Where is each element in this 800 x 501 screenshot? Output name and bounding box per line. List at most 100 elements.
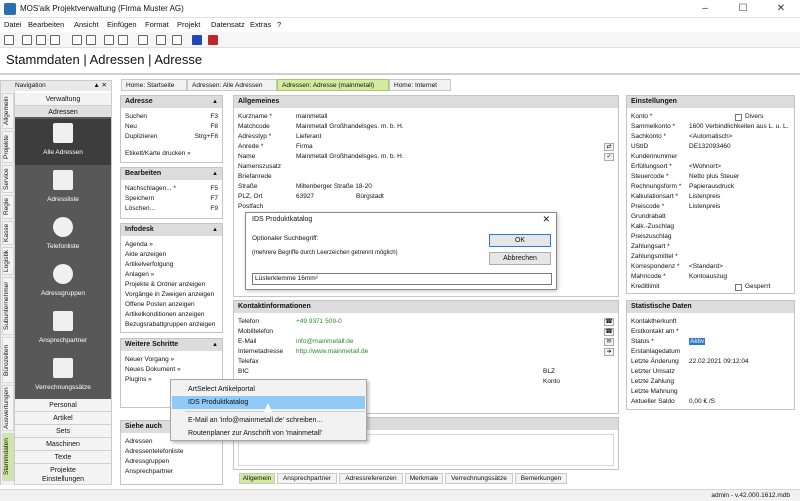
infodesk-projekte-ordner[interactable]: Projekte & Ordner anzeigen	[125, 281, 205, 288]
infodesk-akte[interactable]: Akte anzeigen	[125, 251, 166, 258]
cut-icon[interactable]	[50, 35, 60, 45]
input-kurzname[interactable]: mainmetall	[296, 113, 327, 120]
input-anrede[interactable]: Firma	[296, 143, 313, 150]
input-name[interactable]: Mainmetall Großhandelsges. m. b. H.	[296, 153, 404, 160]
vtab-auswertungen[interactable]: Auswertungen	[2, 385, 14, 431]
tile-alle-adressen[interactable]: Alle Adressen	[15, 119, 111, 165]
pin-icon[interactable]: ▲ ✕	[93, 81, 107, 91]
vtab-buerozeiten[interactable]: Bürozeiten	[2, 337, 14, 383]
divers-checkbox[interactable]	[735, 114, 742, 121]
input-rechnungsform[interactable]: Papierausdruck	[689, 183, 734, 190]
tab-adressreferenzen[interactable]: Adressreferenzen	[339, 473, 403, 484]
vtab-kasse[interactable]: Kasse	[2, 221, 14, 245]
action-nachschlagen[interactable]: Nachschlagen... *	[125, 185, 176, 192]
tab-adresse-mainmetall[interactable]: Adressen: Adresse (mainmetall)	[277, 79, 389, 91]
infodesk-anlagen[interactable]: Anlagen »	[125, 271, 154, 278]
infodesk-artikelkonditionen[interactable]: Artikelkonditionen anzeigen	[125, 311, 205, 318]
link-ansprechpartner[interactable]: Ansprechpartner	[125, 468, 173, 475]
tab-ansprechpartner[interactable]: Ansprechpartner	[277, 473, 337, 484]
dialog-cancel-button[interactable]: Abbrechen	[489, 252, 551, 265]
menu-datensatz[interactable]: Datensatz	[211, 20, 245, 29]
nav-personal[interactable]: Personal	[15, 399, 111, 412]
action-plugins[interactable]: Plugins »	[125, 376, 152, 383]
action-duplizieren[interactable]: Duplizieren	[125, 133, 158, 140]
tab-bemerkungen[interactable]: Bemerkungen	[515, 473, 567, 484]
tab-verrechnungssaetze[interactable]: Verrechnungssätze	[445, 473, 513, 484]
down-icon[interactable]	[118, 35, 128, 45]
input-korrespondenz[interactable]: <Standard>	[689, 263, 723, 270]
input-matchcode[interactable]: Mainmetall Großhandelsges. m. b. H.	[296, 123, 404, 130]
tile-adressliste[interactable]: Adressliste	[15, 166, 111, 212]
maximize-button[interactable]: ☐	[724, 0, 762, 18]
input-adresstyp[interactable]: Lieferant	[296, 133, 321, 140]
vtab-stammdaten[interactable]: Stammdaten	[2, 433, 14, 481]
link-adressentelefonliste[interactable]: Adressentelefonliste	[125, 448, 184, 455]
infodesk-artikelverfolgung[interactable]: Artikelverfolgung	[125, 261, 173, 268]
input-status[interactable]: Aktiv	[689, 338, 706, 345]
nav-einstellungen[interactable]: Einstellungen	[15, 473, 111, 485]
menu-datei[interactable]: Datei	[4, 20, 22, 29]
infodesk-offene-posten[interactable]: Offene Posten anzeigen	[125, 301, 195, 308]
nav-artikel[interactable]: Artikel	[15, 412, 111, 425]
phone-call-icon[interactable]: ☎	[604, 318, 614, 326]
lookup-icon[interactable]	[138, 35, 148, 45]
vtab-allgemein[interactable]: Allgemein	[2, 93, 14, 129]
print-icon[interactable]	[22, 35, 32, 45]
preview-icon[interactable]	[36, 35, 46, 45]
action-neues-dokument[interactable]: Neues Dokument »	[125, 366, 181, 373]
tile-adressgruppen[interactable]: Adressgruppen	[15, 260, 111, 306]
menu-ansicht[interactable]: Ansicht	[74, 20, 99, 29]
vtab-regie[interactable]: Regie	[2, 195, 14, 219]
dialog-close-icon[interactable]: ✕	[542, 214, 550, 225]
tab-internet[interactable]: Home: Internet	[389, 79, 451, 91]
user-red-icon[interactable]	[208, 35, 218, 45]
vtab-subunternehmer[interactable]: Subunternehmer	[2, 277, 14, 335]
tab-startseite[interactable]: Home: Startseite	[121, 79, 187, 91]
action-loeschen[interactable]: Löschen...	[125, 205, 155, 212]
tile-verrechnungssaetze[interactable]: Verrechnungssätze	[15, 354, 111, 400]
menu-format[interactable]: Format	[145, 20, 169, 29]
tile-telefonliste[interactable]: Telefonliste	[15, 213, 111, 259]
input-sammelkonto[interactable]: 1600 Verbindlichkeiten aus L. u. L.	[689, 123, 793, 130]
infodesk-agenda[interactable]: Agenda »	[125, 241, 153, 248]
link-adressgruppen[interactable]: Adressgruppen	[125, 458, 169, 465]
link-adressen[interactable]: Adressen	[125, 438, 152, 445]
menu-projekt[interactable]: Projekt	[177, 20, 200, 29]
tab-allgemein[interactable]: Allgemein	[239, 473, 275, 484]
input-plz[interactable]: 63927	[296, 193, 314, 200]
input-sachkonto[interactable]: <Automatisch>	[689, 133, 732, 140]
vtab-projekte[interactable]: Projekte	[2, 131, 14, 163]
infodesk-bezugsrabattgruppen[interactable]: Bezugsrabattgruppen anzeigen	[125, 321, 215, 328]
action-suchen[interactable]: Suchen	[125, 113, 147, 120]
action-neuer-vorgang[interactable]: Neuer Vorgang »	[125, 356, 174, 363]
undo-icon[interactable]	[72, 35, 82, 45]
nav-texte[interactable]: Texte	[15, 451, 111, 464]
ctx-routenplaner[interactable]: Routenplaner zur Anschrift von 'mainmeta…	[172, 427, 365, 440]
anrede-edit-icon[interactable]: ⇄	[604, 143, 614, 151]
nav-verwaltung[interactable]: Verwaltung	[15, 93, 111, 106]
tab-alle-adressen[interactable]: Adressen: Alle Adressen	[187, 79, 277, 91]
input-telefon[interactable]: +49 9371 509-0	[296, 318, 342, 325]
input-steuercode[interactable]: Netto plus Steuer	[689, 173, 739, 180]
vtab-service[interactable]: Service	[2, 165, 14, 193]
refresh-icon[interactable]	[172, 35, 182, 45]
input-internetadresse[interactable]: http://www.mainmetall.de	[296, 348, 368, 355]
menu-help[interactable]: ?	[277, 20, 281, 29]
nav-maschinen[interactable]: Maschinen	[15, 438, 111, 451]
email-icon[interactable]: ✉	[604, 338, 614, 346]
menu-bearbeiten[interactable]: Bearbeiten	[28, 20, 64, 29]
input-preiscode[interactable]: Listenpreis	[689, 203, 720, 210]
infodesk-vorgaenge[interactable]: Vorgänge in Zweigen anzeigen	[125, 291, 214, 298]
copy-icon[interactable]	[156, 35, 166, 45]
mobile-call-icon[interactable]: ☎	[604, 328, 614, 336]
input-email[interactable]: info@mainmetall.de	[296, 338, 354, 345]
menu-einfuegen[interactable]: Einfügen	[107, 20, 137, 29]
action-neu[interactable]: Neu	[125, 123, 137, 130]
input-strasse[interactable]: Miltenberger Straße 18-20	[296, 183, 372, 190]
ctx-artselect[interactable]: ArtSelect Artikelportal	[172, 383, 365, 396]
ctx-email-schreiben[interactable]: E-Mail an 'info@mainmetall.de' schreiben…	[172, 414, 365, 427]
input-kalkulationsart[interactable]: Listenpreis	[689, 193, 720, 200]
tab-merkmale[interactable]: Merkmale	[405, 473, 443, 484]
input-erfuellungsort[interactable]: <Wohnort>	[689, 163, 721, 170]
dialog-search-input[interactable]: Lüsterklemme 16mm²	[252, 273, 552, 285]
